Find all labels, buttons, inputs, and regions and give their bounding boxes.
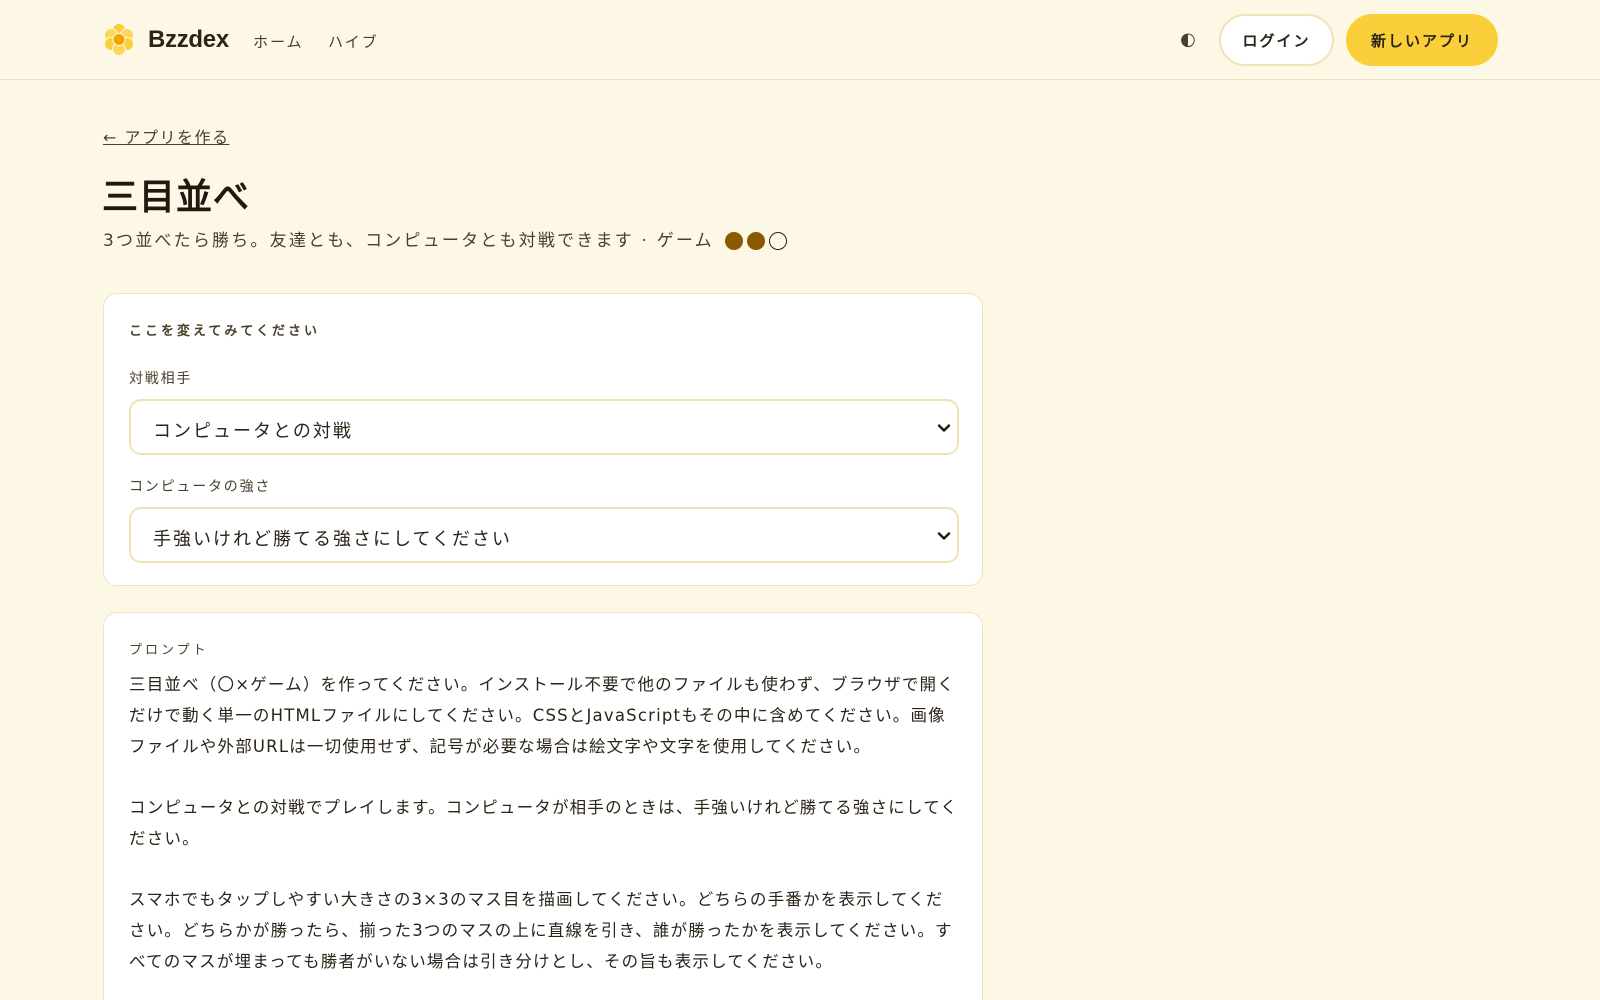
strength-select-value: 手強いけれど勝てる強さにしてください xyxy=(153,529,512,550)
prompt-heading: プロンプト xyxy=(129,643,209,658)
prompt-paragraph: スマホでもタップしやすい大きさの3×3のマス目を描画してください。どちらの手番か… xyxy=(129,890,953,971)
subtitle-text: 3つ並べたら勝ち。友達とも、コンピュータとも対戦できます · ゲーム xyxy=(103,231,714,251)
difficulty-rating xyxy=(725,231,791,251)
difficulty-dot-filled xyxy=(747,232,766,250)
prompt-text: 三目並べ（〇×ゲーム）を作ってください。インストール不要で他のファイルも使わず、… xyxy=(129,669,959,1000)
options-heading: ここを変えてみてください xyxy=(129,324,320,339)
opponent-select-value: コンピュータとの対戦 xyxy=(153,421,353,442)
login-button[interactable]: ログイン xyxy=(1219,14,1334,66)
difficulty-dot-empty xyxy=(769,232,788,250)
prompt-paragraph: 三目並べ（〇×ゲーム）を作ってください。インストール不要で他のファイルも使わず、… xyxy=(129,675,955,756)
strength-label: コンピュータの強さ xyxy=(129,479,272,495)
brand-name[interactable]: Bzzdex xyxy=(148,26,229,54)
page-subtitle: 3つ並べたら勝ち。友達とも、コンピュータとも対戦できます · ゲーム xyxy=(103,226,791,251)
back-to-create-app-link[interactable]: ← アプリを作る xyxy=(103,124,230,148)
prompt-paragraph: コンピュータとの対戦でプレイします。コンピュータが相手のときは、手強いけれど勝て… xyxy=(129,798,959,848)
strength-select[interactable]: 手強いけれど勝てる強さにしてください xyxy=(129,507,959,563)
top-header: Bzzdex ホーム ハイブ ◐ ログイン 新しいアプリ xyxy=(0,0,1600,80)
options-card: ここを変えてみてください 対戦相手 コンピュータとの対戦 コンピュータの強さ 手… xyxy=(103,293,983,586)
nav-home-link[interactable]: ホーム xyxy=(253,31,304,52)
prompt-card: プロンプト 三目並べ（〇×ゲーム）を作ってください。インストール不要で他のファイ… xyxy=(103,612,983,1000)
opponent-select[interactable]: コンピュータとの対戦 xyxy=(129,399,959,455)
page-title: 三目並べ xyxy=(102,177,251,218)
chevron-down-icon xyxy=(937,424,951,432)
nav-hive-link[interactable]: ハイブ xyxy=(328,31,379,52)
honeycomb-logo-icon[interactable] xyxy=(102,22,136,56)
opponent-label: 対戦相手 xyxy=(129,371,193,387)
new-app-button[interactable]: 新しいアプリ xyxy=(1346,14,1498,66)
theme-toggle-icon[interactable]: ◐ xyxy=(1176,28,1200,52)
chevron-down-icon xyxy=(937,532,951,540)
difficulty-dot-filled xyxy=(725,232,744,250)
